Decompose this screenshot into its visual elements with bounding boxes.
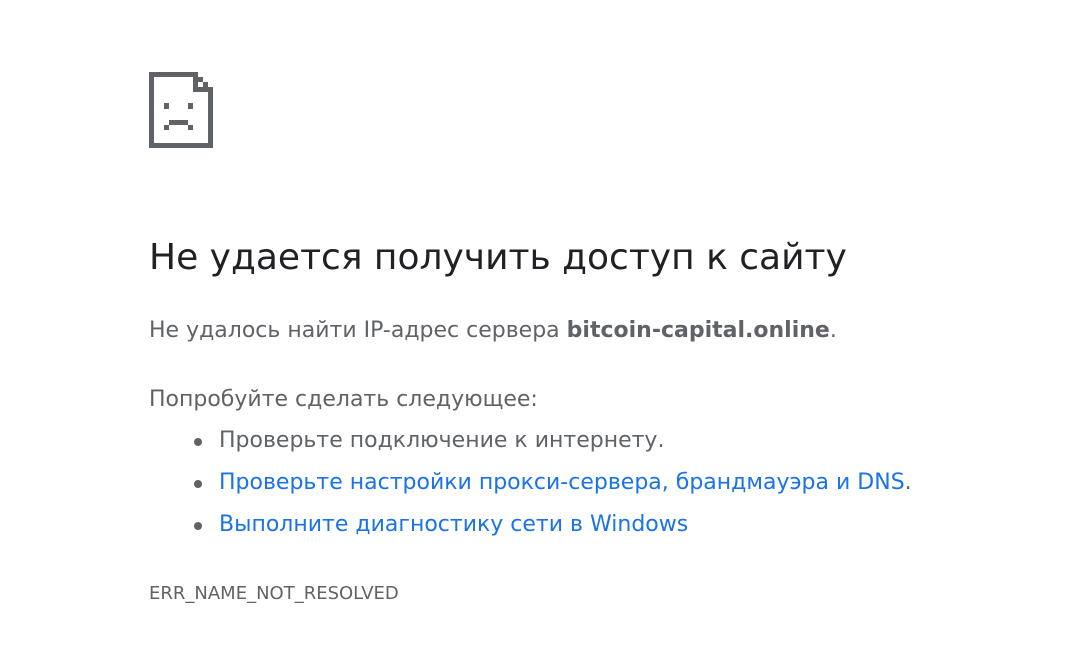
check-proxy-link[interactable]: Проверьте настройки прокси-сервера, бран…: [219, 470, 905, 495]
host-name: bitcoin-capital.online: [566, 318, 830, 343]
suggestions-list: Проверьте подключение к интернету. Прове…: [149, 424, 912, 550]
suggestion-check-connection: Проверьте подключение к интернету.: [149, 424, 912, 466]
bullet-icon: [194, 522, 202, 530]
bullet-icon: [194, 480, 202, 488]
suggestion-suffix: .: [904, 470, 912, 495]
suggestion-network-diagnostics: Выполните диагностику сети в Windows: [149, 508, 912, 550]
error-code: ERR_NAME_NOT_RESOLVED: [149, 583, 399, 604]
sad-document-icon: [149, 72, 213, 148]
bullet-icon: [194, 438, 202, 446]
suggestions-heading: Попробуйте сделать следующее:: [149, 387, 538, 412]
suggestion-check-proxy: Проверьте настройки прокси-сервера, бран…: [149, 466, 912, 508]
error-page: Не удается получить доступ к сайту Не уд…: [0, 0, 1083, 645]
suggestion-text: Проверьте подключение к интернету.: [219, 428, 665, 453]
error-headline: Не удается получить доступ к сайту: [149, 237, 847, 278]
error-summary: Не удалось найти IP-адрес сервера bitcoi…: [149, 315, 837, 347]
network-diagnostics-link[interactable]: Выполните диагностику сети в Windows: [219, 512, 688, 537]
summary-prefix: Не удалось найти IP-адрес сервера: [149, 318, 567, 343]
summary-suffix: .: [829, 318, 837, 343]
